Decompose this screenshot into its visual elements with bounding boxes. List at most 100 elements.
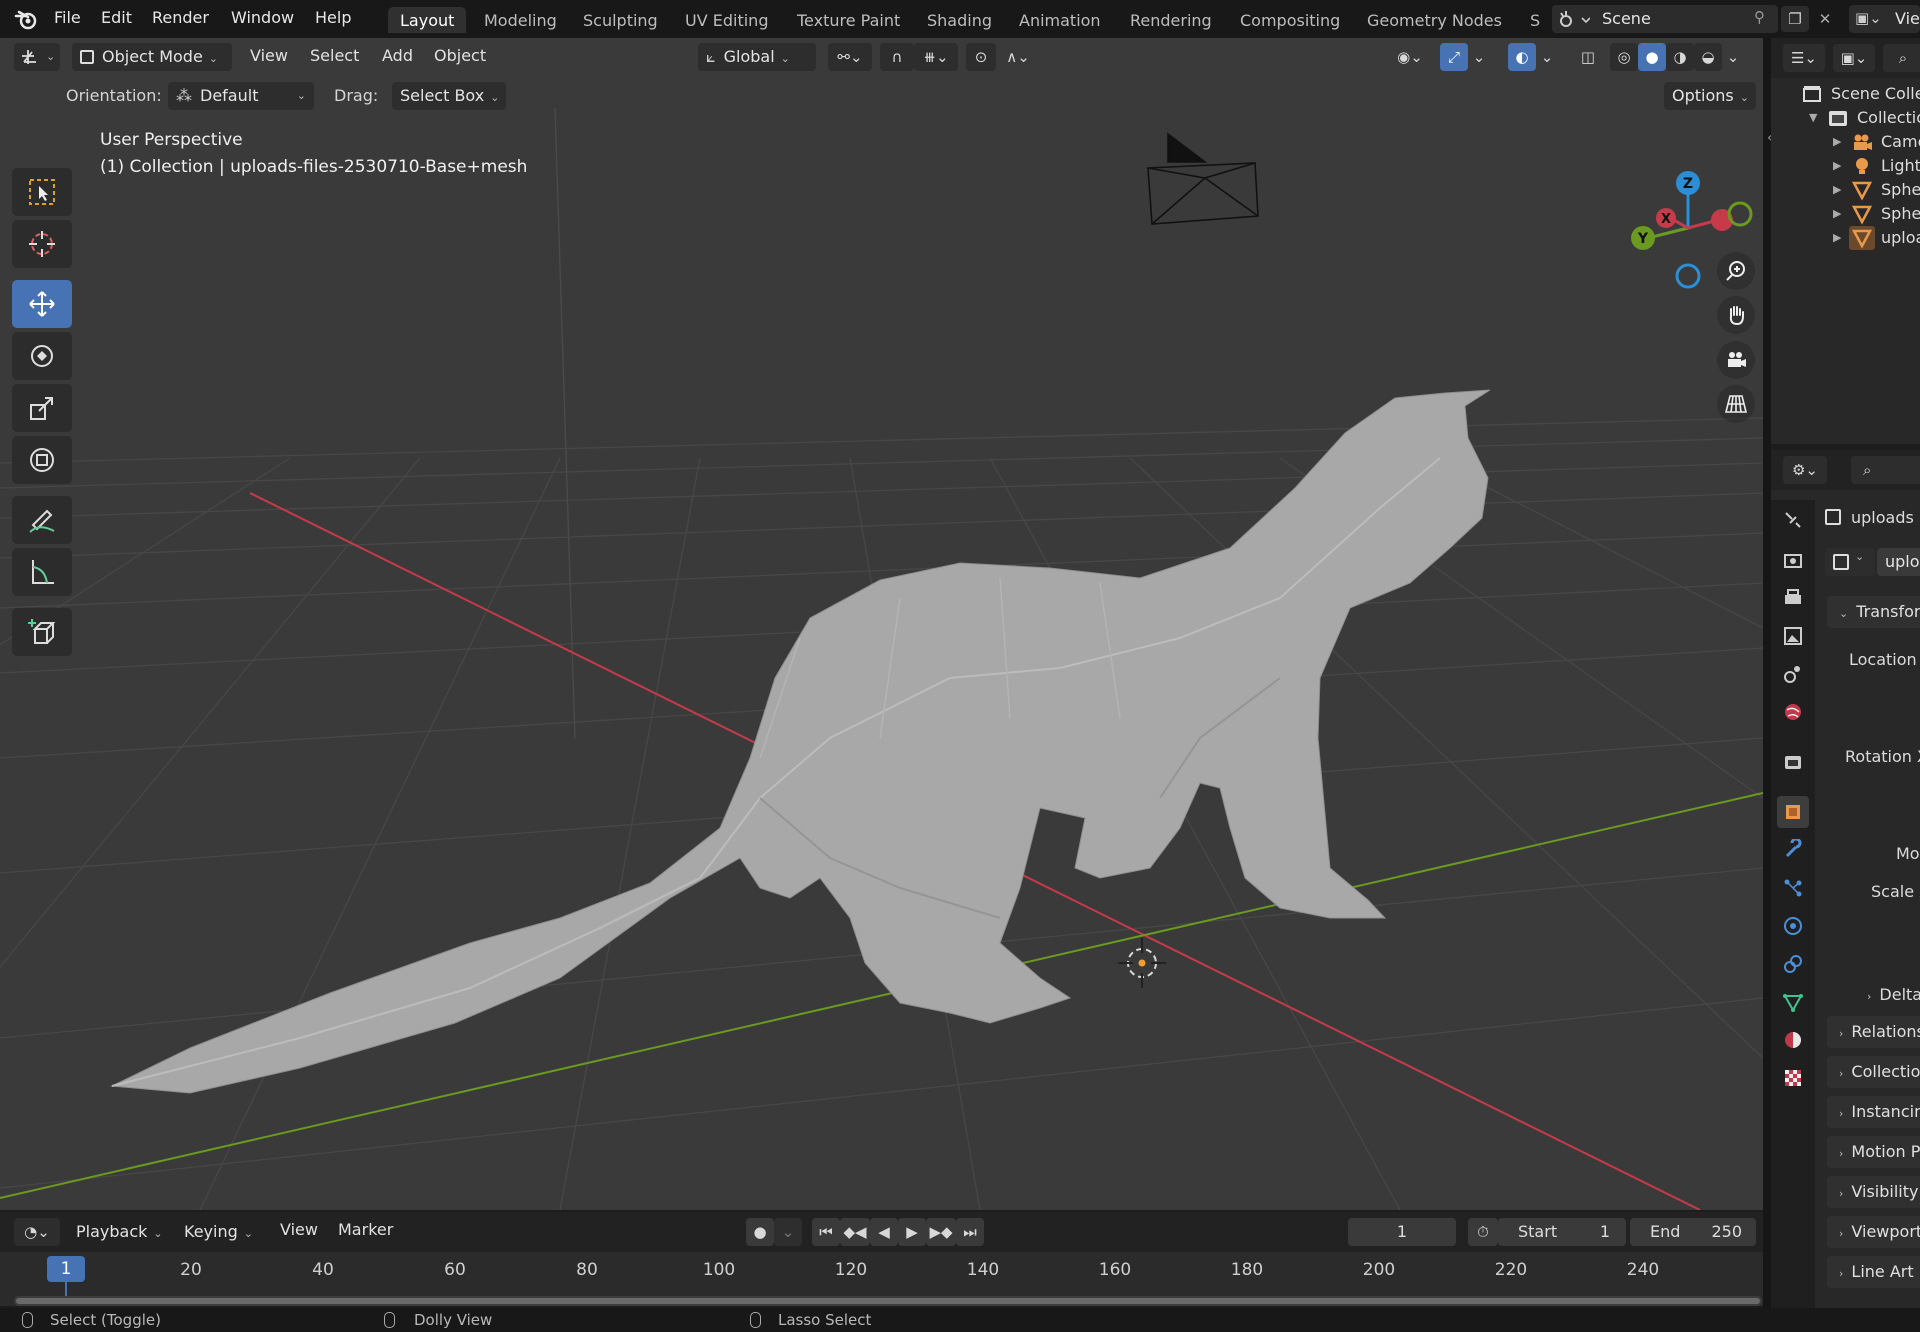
menu-file[interactable]: File (54, 8, 81, 27)
menu-edit[interactable]: Edit (101, 8, 132, 27)
tab-constraints[interactable] (1777, 948, 1809, 980)
mode-dropdown[interactable]: Object Mode ⌄ (72, 43, 232, 71)
next-keyframe-button[interactable]: ▶◆ (926, 1218, 956, 1246)
shading-solid-button[interactable]: ● (1638, 43, 1666, 71)
3d-cursor-icon[interactable] (1118, 938, 1166, 988)
outliner-editor-type-button[interactable]: ☰⌄ (1783, 44, 1825, 72)
xray-toggle[interactable]: ◫ (1574, 43, 1602, 71)
prev-keyframe-button[interactable]: ◆◀ (840, 1218, 870, 1246)
annotate-tool[interactable] (12, 496, 72, 544)
display-mode-button[interactable]: ▣⌄ (1833, 44, 1875, 72)
3d-viewport[interactable]: Z Y X ⌄ Object Mode ⌄ View Select Add Obj… (0, 38, 1763, 1210)
current-frame-field[interactable]: 1 (1348, 1218, 1456, 1246)
tab-object[interactable] (1777, 796, 1809, 828)
menu-window[interactable]: Window (231, 8, 294, 27)
perspective-toggle-button[interactable] (1717, 385, 1755, 423)
tab-view-layer[interactable] (1777, 620, 1809, 652)
shading-wireframe-button[interactable]: ◎ (1610, 43, 1638, 71)
cursor-tool[interactable] (12, 220, 72, 268)
end-frame-field[interactable]: End 250 (1630, 1218, 1756, 1246)
menu-render[interactable]: Render (152, 8, 209, 27)
start-frame-field[interactable]: Start 1 (1498, 1218, 1626, 1246)
pivot-point-button[interactable]: ⚯⌄ (828, 43, 872, 71)
tab-scene[interactable] (1777, 658, 1809, 690)
shading-material-button[interactable]: ◑ (1666, 43, 1694, 71)
panel-motion-paths[interactable]: › Motion Paths (1827, 1136, 1920, 1168)
editor-type-button[interactable]: ⌄ (14, 43, 60, 71)
expand-right-icon[interactable]: ▶ (1833, 135, 1841, 148)
blender-logo-icon[interactable] (14, 8, 38, 30)
scene-selector[interactable]: Scene ⚲ (1552, 5, 1778, 33)
tab-particles[interactable] (1777, 872, 1809, 904)
tab-render[interactable] (1777, 544, 1809, 576)
overlays-dropdown[interactable]: ⌄ (1536, 43, 1558, 71)
tab-collection[interactable] (1777, 746, 1809, 778)
expand-right-icon[interactable]: ▶ (1833, 231, 1841, 244)
preview-range-toggle[interactable]: ⏱ (1468, 1218, 1498, 1246)
auto-keying-toggle[interactable]: ● (746, 1218, 774, 1246)
zoom-view-button[interactable] (1717, 252, 1755, 290)
camera-object[interactable] (1147, 132, 1259, 225)
transform-orientation-dropdown[interactable]: ⟀ Global ⌄ (698, 43, 816, 71)
viewport-scene[interactable]: Z Y X (0, 38, 1763, 1210)
panel-visibility[interactable]: › Visibility (1827, 1176, 1920, 1208)
tab-material[interactable] (1777, 1024, 1809, 1056)
timeline-editor-type-button[interactable]: ◔⌄ (14, 1218, 60, 1246)
view-layer-name[interactable]: Vie (1895, 9, 1920, 28)
proportional-falloff-button[interactable]: ∧⌄ (996, 43, 1040, 71)
tab-layout[interactable]: Layout (388, 7, 467, 33)
tab-uv-editing[interactable]: UV Editing (673, 7, 780, 33)
tab-geometry-nodes[interactable]: Geometry Nodes (1355, 7, 1514, 33)
keying-set-dropdown[interactable]: ⌄ (774, 1218, 802, 1246)
add-cube-tool[interactable] (12, 608, 72, 656)
overlays-toggle[interactable]: ◐ (1508, 43, 1536, 71)
properties-editor-type-button[interactable]: ⚙⌄ (1783, 456, 1827, 484)
panel-collections[interactable]: › Collections (1827, 1056, 1920, 1088)
panel-line-art[interactable]: › Line Art (1827, 1256, 1920, 1288)
visibility-button[interactable]: ◉⌄ (1386, 43, 1434, 71)
orientation-dropdown[interactable]: ⁂ Default ⌄ (168, 82, 314, 110)
proportional-edit-toggle[interactable]: ⊙ (966, 43, 996, 71)
object-name[interactable]: uploads (1851, 508, 1914, 527)
gizmo-dropdown[interactable]: ⌄ (1468, 43, 1490, 71)
measure-tool[interactable] (12, 548, 72, 596)
drag-dropdown[interactable]: Select Box ⌄ (392, 82, 506, 110)
options-dropdown[interactable]: Options ⌄ (1664, 82, 1756, 110)
snap-toggle[interactable]: ∩ (880, 43, 914, 71)
new-scene-icon[interactable]: ❐ (1781, 6, 1809, 32)
outliner-filter-button[interactable]: ⌕ (1883, 44, 1920, 72)
move-tool[interactable] (12, 280, 72, 328)
shading-rendered-button[interactable]: ◒ (1694, 43, 1722, 71)
object-name-row[interactable]: uploads (1825, 508, 1914, 527)
tab-data[interactable] (1777, 986, 1809, 1018)
transform-tool[interactable] (12, 436, 72, 484)
expand-right-icon[interactable]: ▶ (1833, 183, 1841, 196)
panel-relations[interactable]: › Relations (1827, 1016, 1920, 1048)
tab-physics[interactable] (1777, 910, 1809, 942)
expand-right-icon[interactable]: ▶ (1833, 207, 1841, 220)
select-menu[interactable]: Select (310, 46, 359, 65)
timeline-scrollbar[interactable] (14, 1296, 1762, 1306)
object-name-field[interactable]: uploa (1877, 548, 1920, 576)
weasel-mesh[interactable] (110, 389, 1491, 1094)
camera-view-button[interactable] (1717, 341, 1755, 379)
tab-sculpting[interactable]: Sculpting (571, 7, 670, 33)
tab-shading[interactable]: Shading (915, 7, 1004, 33)
play-button[interactable]: ▶ (898, 1218, 926, 1246)
properties-search[interactable]: ⌕ (1851, 456, 1920, 484)
outliner-item[interactable]: ▶ uploads-files-2530710-Base+mesh (1771, 224, 1920, 252)
jump-start-button[interactable]: ⏮ (812, 1218, 840, 1246)
tab-modifiers[interactable] (1777, 834, 1809, 866)
shading-dropdown[interactable]: ⌄ (1722, 43, 1744, 71)
keying-menu[interactable]: Keying ⌄ (176, 1218, 266, 1246)
tab-output[interactable] (1777, 582, 1809, 614)
tab-world[interactable] (1777, 696, 1809, 728)
gizmo-toggle[interactable]: ⤢ (1440, 43, 1468, 71)
expand-right-icon[interactable]: ▶ (1833, 159, 1841, 172)
tab-tool[interactable] (1777, 504, 1809, 536)
tab-rendering[interactable]: Rendering (1118, 7, 1224, 33)
pin-icon[interactable]: ⚲ (1754, 8, 1765, 26)
tab-texture-paint[interactable]: Texture Paint (785, 7, 912, 33)
select-box-tool[interactable] (12, 168, 72, 216)
scrollbar-thumb[interactable] (16, 1298, 1760, 1304)
